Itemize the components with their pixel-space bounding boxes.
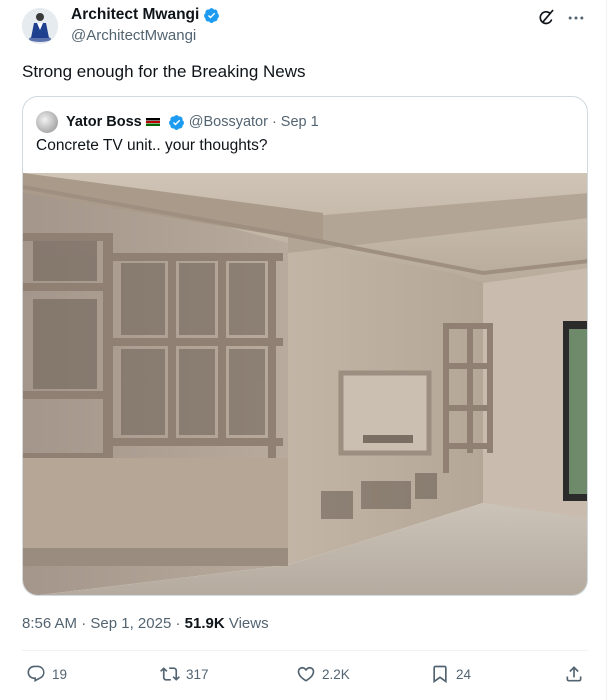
like-icon — [297, 666, 315, 682]
tweet-date[interactable]: Sep 1, 2025 — [90, 615, 171, 632]
views-count: 51.9K — [184, 615, 225, 632]
tweet-text: Strong enough for the Breaking News — [22, 62, 306, 81]
quote-photo[interactable] — [23, 173, 588, 596]
tweet-time[interactable]: 8:56 AM — [22, 615, 77, 632]
quote-date: Sep 1 — [280, 114, 319, 130]
share-button[interactable] — [564, 664, 584, 684]
grok-icon[interactable] — [536, 8, 556, 28]
share-icon — [566, 666, 582, 682]
tweet-detail: Architect Mwangi @ArchitectMwangi Strong… — [0, 0, 607, 700]
repost-button[interactable]: 317 — [160, 664, 209, 684]
bookmark-icon — [433, 665, 447, 684]
reply-count: 19 — [52, 666, 68, 682]
more-icon[interactable] — [566, 8, 586, 28]
reply-icon — [27, 665, 45, 683]
quoted-tweet[interactable]: Yator Boss @Bossyator · Sep 1 Concrete T… — [22, 96, 588, 596]
quote-date-separator: · — [271, 114, 277, 130]
like-button[interactable]: 2.2K — [296, 664, 350, 684]
bookmark-count: 24 — [456, 666, 472, 682]
quote-verified-badge-icon — [168, 114, 185, 131]
repost-count: 317 — [186, 666, 209, 682]
author-name[interactable]: Architect Mwangi — [71, 6, 199, 24]
tweet-meta: 8:56 AM · Sep 1, 2025 · 51.9K Views — [22, 615, 269, 632]
quote-text: Concrete TV unit.. your thoughts? — [36, 137, 268, 154]
quote-author-handle: @Bossyator — [188, 114, 268, 130]
verified-badge-icon — [203, 7, 220, 24]
flag-emoji — [145, 118, 160, 126]
bookmark-button[interactable]: 24 — [430, 664, 471, 684]
quote-author-name: Yator Boss — [66, 114, 142, 130]
views-label: Views — [228, 615, 269, 632]
divider — [22, 650, 588, 651]
author-avatar[interactable] — [22, 8, 58, 44]
reply-button[interactable]: 19 — [26, 664, 67, 684]
action-bar: 19 317 2.2K 24 — [26, 664, 586, 688]
quote-avatar[interactable] — [36, 111, 58, 133]
like-count: 2.2K — [322, 666, 350, 682]
author-handle[interactable]: @ArchitectMwangi — [71, 27, 196, 44]
repost-icon — [160, 667, 180, 681]
